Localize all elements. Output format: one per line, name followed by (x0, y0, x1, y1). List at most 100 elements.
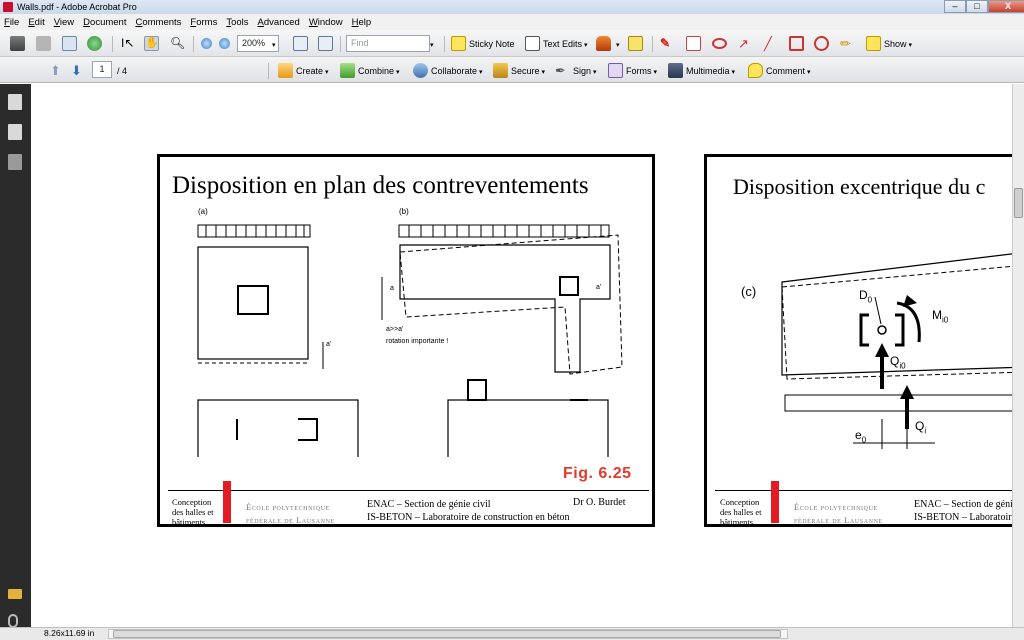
show-button[interactable]: Show (866, 35, 912, 52)
slide-page-1: Disposition en plan des contreventements (157, 154, 655, 527)
comments-panel-icon[interactable] (8, 589, 22, 599)
menu-edit[interactable]: Edit (28, 17, 44, 28)
menu-help[interactable]: Help (352, 17, 372, 28)
course-name-2: Conception des halles et bâtiments (720, 497, 768, 524)
menu-bar: File Edit View Document Comments Forms T… (0, 14, 1024, 30)
dim-a-label: a (390, 285, 394, 292)
fit-page-button[interactable] (318, 35, 336, 52)
enac-line-1: ENAC – Section de génie (914, 499, 1012, 510)
plan-outline-a (197, 246, 309, 360)
fit-width-button[interactable] (293, 35, 311, 52)
vertical-scrollbar[interactable] (1012, 84, 1024, 627)
magnifier-icon: 🔍︎ (170, 36, 186, 50)
previous-page-button[interactable]: ⬆ (50, 62, 68, 79)
course-line-1: Conception (172, 497, 212, 507)
chevron-down-icon (614, 39, 620, 49)
forms-button[interactable]: Forms (608, 62, 657, 79)
find-dropdown[interactable] (428, 35, 434, 52)
collaborate-button[interactable]: Collaborate (413, 62, 483, 79)
footer-divider (168, 490, 649, 491)
collaborate-share-button[interactable] (87, 35, 105, 52)
arrow-up-icon: ⬆ (50, 63, 61, 78)
horizontal-scroll-thumb[interactable] (113, 630, 781, 638)
cloud-tool[interactable] (712, 35, 730, 52)
enac-line-1: ENAC – Section de génie civil (367, 499, 491, 510)
bookmarks-panel-icon[interactable] (8, 124, 22, 140)
menu-window[interactable]: Window (309, 17, 343, 28)
email-button[interactable] (62, 35, 80, 52)
create-label: Create (296, 66, 329, 76)
menu-forms[interactable]: Forms (190, 17, 217, 28)
rectangle-tool[interactable] (789, 35, 807, 52)
menu-advanced[interactable]: Advanced (258, 17, 300, 28)
institution-text: ENAC – Section de génie civil IS-BETON –… (367, 498, 570, 524)
show-label: Show (884, 39, 912, 49)
create-button[interactable]: Create (278, 62, 329, 79)
zoom-dropdown[interactable] (270, 35, 276, 52)
select-tool[interactable]: I↖ (121, 35, 139, 52)
close-button[interactable]: X (988, 0, 1024, 13)
highlight-icon: ✎ (660, 36, 671, 50)
next-page-button[interactable]: ⬇ (71, 62, 89, 79)
text-edits-button[interactable]: Text Edits (525, 35, 588, 52)
combine-icon (340, 63, 355, 78)
pencil-tool[interactable]: ✏ (840, 35, 858, 52)
minimize-button[interactable]: – (944, 0, 966, 13)
textbox-tool[interactable] (686, 35, 704, 52)
sign-label: Sign (573, 66, 597, 76)
combine-button[interactable]: Combine (340, 62, 400, 79)
attach-file-button[interactable] (628, 35, 646, 52)
menu-file[interactable]: File (4, 17, 19, 28)
menu-document[interactable]: Document (83, 17, 126, 28)
course-line-3: bâtiments (172, 517, 206, 527)
menu-comments[interactable]: Comments (135, 17, 181, 28)
save-button[interactable] (36, 35, 54, 52)
m-label: Mi0 (932, 308, 948, 324)
stamp-icon (596, 36, 611, 51)
arrow-tool[interactable]: ↗ (738, 35, 756, 52)
epfl-logo-text: École polytechnique fédérale de Lausanne (246, 501, 335, 524)
epfl-red-bar-2 (771, 481, 779, 523)
navigation-pane (0, 84, 31, 630)
zoom-tool[interactable]: 🔍︎ (170, 35, 188, 52)
page-number-input[interactable]: 1 (92, 61, 112, 78)
multimedia-button[interactable]: Multimedia (668, 62, 735, 79)
vertical-scroll-thumb[interactable] (1014, 188, 1023, 218)
menu-view[interactable]: View (54, 17, 74, 28)
cursor-text-select-icon: I↖ (121, 36, 135, 50)
eccentric-bracing-figure (781, 253, 1012, 449)
horizontal-scrollbar[interactable] (108, 629, 788, 639)
stamp-button[interactable] (596, 35, 620, 52)
menu-tools[interactable]: Tools (226, 17, 248, 28)
highlight-tool[interactable]: ✎ (660, 35, 678, 52)
institution-text-2: ENAC – Section de génie IS-BETON – Labor… (914, 498, 1012, 524)
textbox-icon (686, 36, 701, 51)
tasks-toolbar: ⬆ ⬇ 1 / 4 Create Combine Collaborate Sec… (0, 57, 1024, 83)
sticky-note-button[interactable]: Sticky Note (451, 35, 515, 52)
hand-tool[interactable]: ✋ (144, 35, 162, 52)
d0-main: D (859, 288, 868, 302)
find-input[interactable]: Find (346, 35, 430, 52)
print-button[interactable] (10, 35, 28, 52)
zoom-out-button[interactable] (201, 35, 215, 52)
enac-line-2: IS-BETON – Laboratoire de construction e… (367, 512, 570, 523)
sign-button[interactable]: ✒ Sign (555, 62, 597, 79)
speech-bubble-icon (866, 36, 881, 51)
course-line-2: des halles et (720, 507, 762, 517)
secure-button[interactable]: Secure (493, 62, 545, 79)
attachments-panel-icon[interactable] (8, 614, 18, 628)
bracing-plan-figure (197, 224, 623, 457)
shear-center-point (877, 325, 887, 335)
maximize-button[interactable]: □ (966, 0, 988, 13)
zoom-in-icon (219, 38, 230, 49)
zoom-in-button[interactable] (219, 35, 233, 52)
forms-icon (608, 63, 623, 78)
comment-button[interactable]: Comment (748, 62, 811, 79)
pages-panel-icon[interactable] (8, 94, 22, 110)
window-title: Walls.pdf - Adobe Acrobat Pro (17, 2, 137, 12)
document-view[interactable]: Disposition en plan des contreventements (31, 84, 1012, 627)
line-tool[interactable]: ╱ (764, 35, 782, 52)
signatures-panel-icon[interactable] (8, 154, 22, 170)
oval-tool[interactable] (814, 35, 832, 52)
lock-icon (493, 63, 508, 78)
